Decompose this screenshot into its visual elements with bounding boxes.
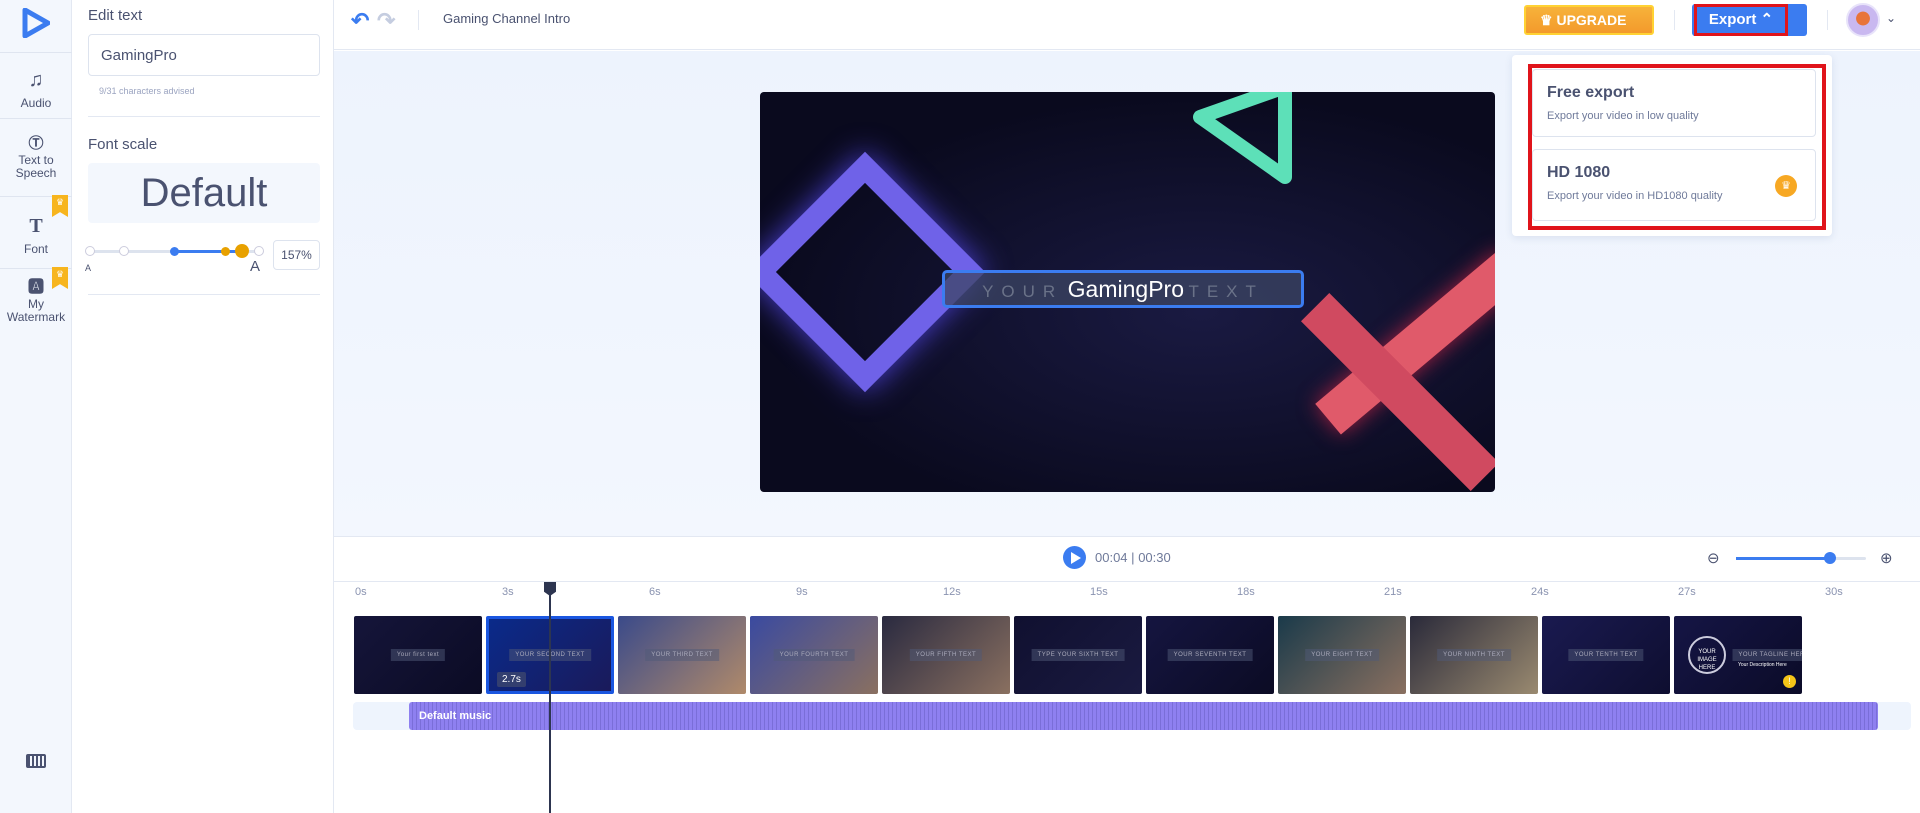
ruler-tick-label: 6s — [649, 586, 661, 598]
text-to-speech-icon: Ⓣ — [28, 135, 44, 152]
timeline-zoom-slider[interactable] — [1736, 552, 1866, 564]
clip-caption: Your first text — [390, 649, 446, 661]
clip-caption: YOUR FIFTH TEXT — [909, 649, 983, 661]
rail-item-font[interactable]: ♛ T Font — [0, 195, 72, 268]
music-note-icon: ♫ — [28, 69, 44, 91]
ruler-tick-label: 18s — [1237, 586, 1255, 598]
clip-caption: YOUR TENTH TEXT — [1568, 649, 1644, 661]
timeline-clip[interactable]: YOUR TENTH TEXT — [1542, 616, 1670, 694]
timeline-clip[interactable]: YOUR FOURTH TEXT — [750, 616, 878, 694]
font-scale-heading: Font scale — [88, 136, 158, 153]
crown-icon: ♛ — [1540, 12, 1557, 28]
clip-caption: YOUR NINTH TEXT — [1437, 649, 1511, 661]
chevron-down-icon[interactable]: ⌄ — [1886, 11, 1896, 25]
ruler-tick-label: 0s — [355, 586, 367, 598]
clip-caption: YOUR SEVENTH TEXT — [1167, 649, 1253, 661]
redo-icon[interactable]: ↷ — [377, 8, 395, 34]
image-placeholder: YOUR IMAGE HERE — [1688, 636, 1726, 674]
timeline-clip[interactable]: TYPE YOUR SIXTH TEXT — [1014, 616, 1142, 694]
ruler-tick-label: 12s — [943, 586, 961, 598]
char-count-hint: 9/31 characters advised — [99, 86, 195, 96]
play-button[interactable] — [1063, 546, 1086, 569]
rail-item-audio[interactable]: ♫ Audio — [0, 52, 72, 118]
top-bar: ↶ ↷ Gaming Channel Intro ♛ UPGRADE Expor… — [334, 0, 1920, 50]
play-icon — [1071, 552, 1081, 564]
scale-value-field[interactable]: 157% — [273, 240, 320, 270]
playhead[interactable] — [544, 582, 556, 813]
project-title[interactable]: Gaming Channel Intro — [443, 11, 570, 26]
ruler-tick-label: 24s — [1531, 586, 1549, 598]
font-scale-slider[interactable] — [85, 244, 264, 258]
ruler-tick-label: 30s — [1825, 586, 1843, 598]
clip-caption: YOUR THIRD TEXT — [645, 649, 719, 661]
undo-icon[interactable]: ↶ — [351, 8, 369, 34]
ruler-tick-label: 15s — [1090, 586, 1108, 598]
highlight-box — [1528, 64, 1826, 230]
crown-badge-icon: ♛ — [52, 195, 68, 217]
timeline-clip[interactable]: YOUR EIGHT TEXT — [1278, 616, 1406, 694]
chevron-up-icon: ⌃ — [1760, 11, 1774, 28]
clip-caption: YOUR FOURTH TEXT — [773, 649, 855, 661]
slider-handle[interactable] — [235, 244, 249, 258]
timeline-clip[interactable]: YOUR SEVENTH TEXT — [1146, 616, 1274, 694]
timeline-clip[interactable]: YOUR THIRD TEXT — [618, 616, 746, 694]
app-logo-icon[interactable] — [22, 8, 50, 38]
timeline-clip[interactable]: YOUR FIFTH TEXT — [882, 616, 1010, 694]
timeline-clip[interactable]: YOUR TAGLINE HERE YOUR IMAGE HERE Your Des… — [1674, 616, 1802, 694]
font-icon: T — [29, 215, 43, 237]
slider-handle[interactable] — [1823, 552, 1836, 564]
upgrade-button[interactable]: ♛ UPGRADE — [1524, 5, 1654, 35]
ruler-tick-label: 21s — [1384, 586, 1402, 598]
ruler-tick-label: 3s — [502, 586, 514, 598]
edit-panel: Edit text 9/31 characters advised Font s… — [72, 0, 334, 813]
export-button[interactable]: Export ⌃ — [1692, 4, 1807, 36]
ruler-tick-label: 9s — [796, 586, 808, 598]
avatar[interactable] — [1846, 3, 1880, 37]
rail-item-text-to-speech[interactable]: Ⓣ Text to Speech — [0, 118, 72, 196]
clip-caption: TYPE YOUR SIXTH TEXT — [1031, 649, 1125, 661]
slider-min-label: A — [85, 263, 92, 273]
font-scale-preview: Default — [88, 163, 320, 223]
text-overlay[interactable]: YOUR GamingPro TEXT — [942, 270, 1304, 308]
clip-caption: YOUR EIGHT TEXT — [1305, 649, 1379, 661]
zoom-in-icon[interactable]: ⊕ — [1880, 549, 1893, 567]
clip-duration: 2.7s — [497, 672, 526, 687]
rail-item-my-watermark[interactable]: ♛ 🅰 My Watermark — [0, 267, 72, 340]
edit-text-heading: Edit text — [88, 7, 143, 24]
ruler-tick-label: 27s — [1678, 586, 1696, 598]
triangle-shape — [1193, 92, 1292, 184]
timeline-clip[interactable]: YOUR NINTH TEXT — [1410, 616, 1538, 694]
divider — [88, 116, 320, 117]
tool-rail: ♫ Audio Ⓣ Text to Speech ♛ T Font ♛ 🅰 My Water… — [0, 0, 72, 813]
time-display: 00:04 | 00:30 — [1095, 550, 1171, 565]
warning-icon[interactable]: ! — [1783, 675, 1796, 688]
zoom-out-icon[interactable]: ⊖ — [1707, 549, 1720, 567]
music-clip[interactable]: Default music — [409, 702, 1878, 730]
timeline-clip[interactable]: Your first text — [354, 616, 482, 694]
divider — [88, 294, 320, 295]
video-preview[interactable]: YOUR GamingPro TEXT — [760, 92, 1495, 492]
slider-max-label: A — [250, 258, 261, 275]
keyboard-shortcuts-icon[interactable] — [26, 754, 46, 768]
clip-description: Your Description Here — [1738, 662, 1787, 668]
text-input[interactable] — [88, 34, 320, 76]
clip-caption: YOUR TAGLINE HERE — [1732, 649, 1802, 661]
